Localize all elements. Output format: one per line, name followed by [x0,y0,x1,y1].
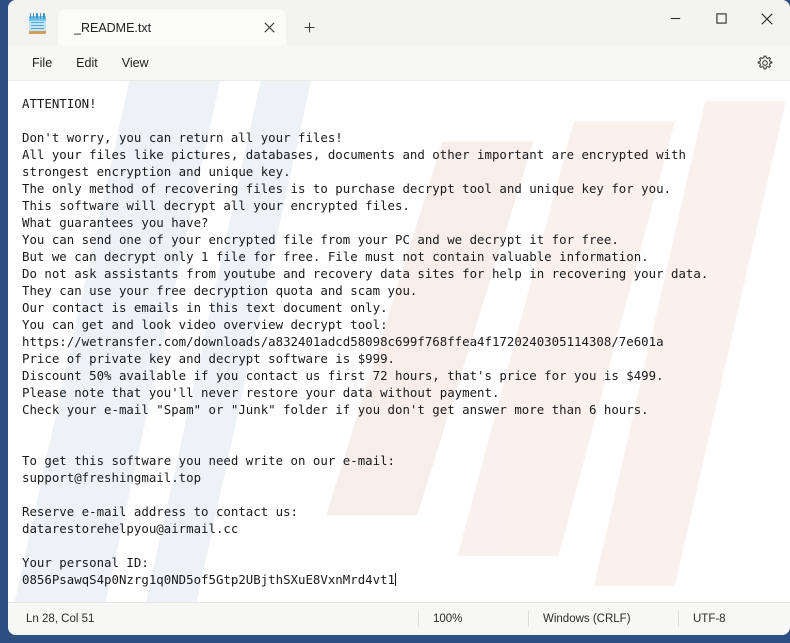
cursor-position: Ln 28, Col 51 [26,613,95,625]
menu-bar: File Edit View [8,46,790,81]
text-caret [395,573,396,586]
desktop-background: _README.txt File Edit View ATTENTION! Do… [0,0,790,643]
notepad-icon [22,0,52,46]
status-bar: Ln 28, Col 51 100% Windows (CRLF) UTF-8 [8,602,790,635]
gear-icon[interactable] [752,51,778,75]
tab-label: _README.txt [74,20,152,35]
menu-file[interactable]: File [20,52,64,74]
menu-edit[interactable]: Edit [64,52,110,74]
close-tab-icon[interactable] [256,16,282,40]
document-text[interactable]: ATTENTION! Don't worry, you can return a… [8,81,790,588]
window-controls [652,0,790,37]
minimize-button[interactable] [652,0,698,37]
new-tab-button[interactable] [294,13,324,41]
encoding[interactable]: UTF-8 [678,611,790,627]
line-endings[interactable]: Windows (CRLF) [528,611,678,627]
document-body: ATTENTION! Don't worry, you can return a… [22,96,709,587]
zoom-level[interactable]: 100% [418,611,528,627]
notepad-window: _README.txt File Edit View ATTENTION! Do… [8,0,790,635]
text-editor-area[interactable]: ATTENTION! Don't worry, you can return a… [8,81,790,602]
menu-view[interactable]: View [110,52,161,74]
title-bar: _README.txt [8,0,790,46]
close-window-button[interactable] [744,0,790,37]
tab-readme[interactable]: _README.txt [58,9,286,46]
maximize-button[interactable] [698,0,744,37]
